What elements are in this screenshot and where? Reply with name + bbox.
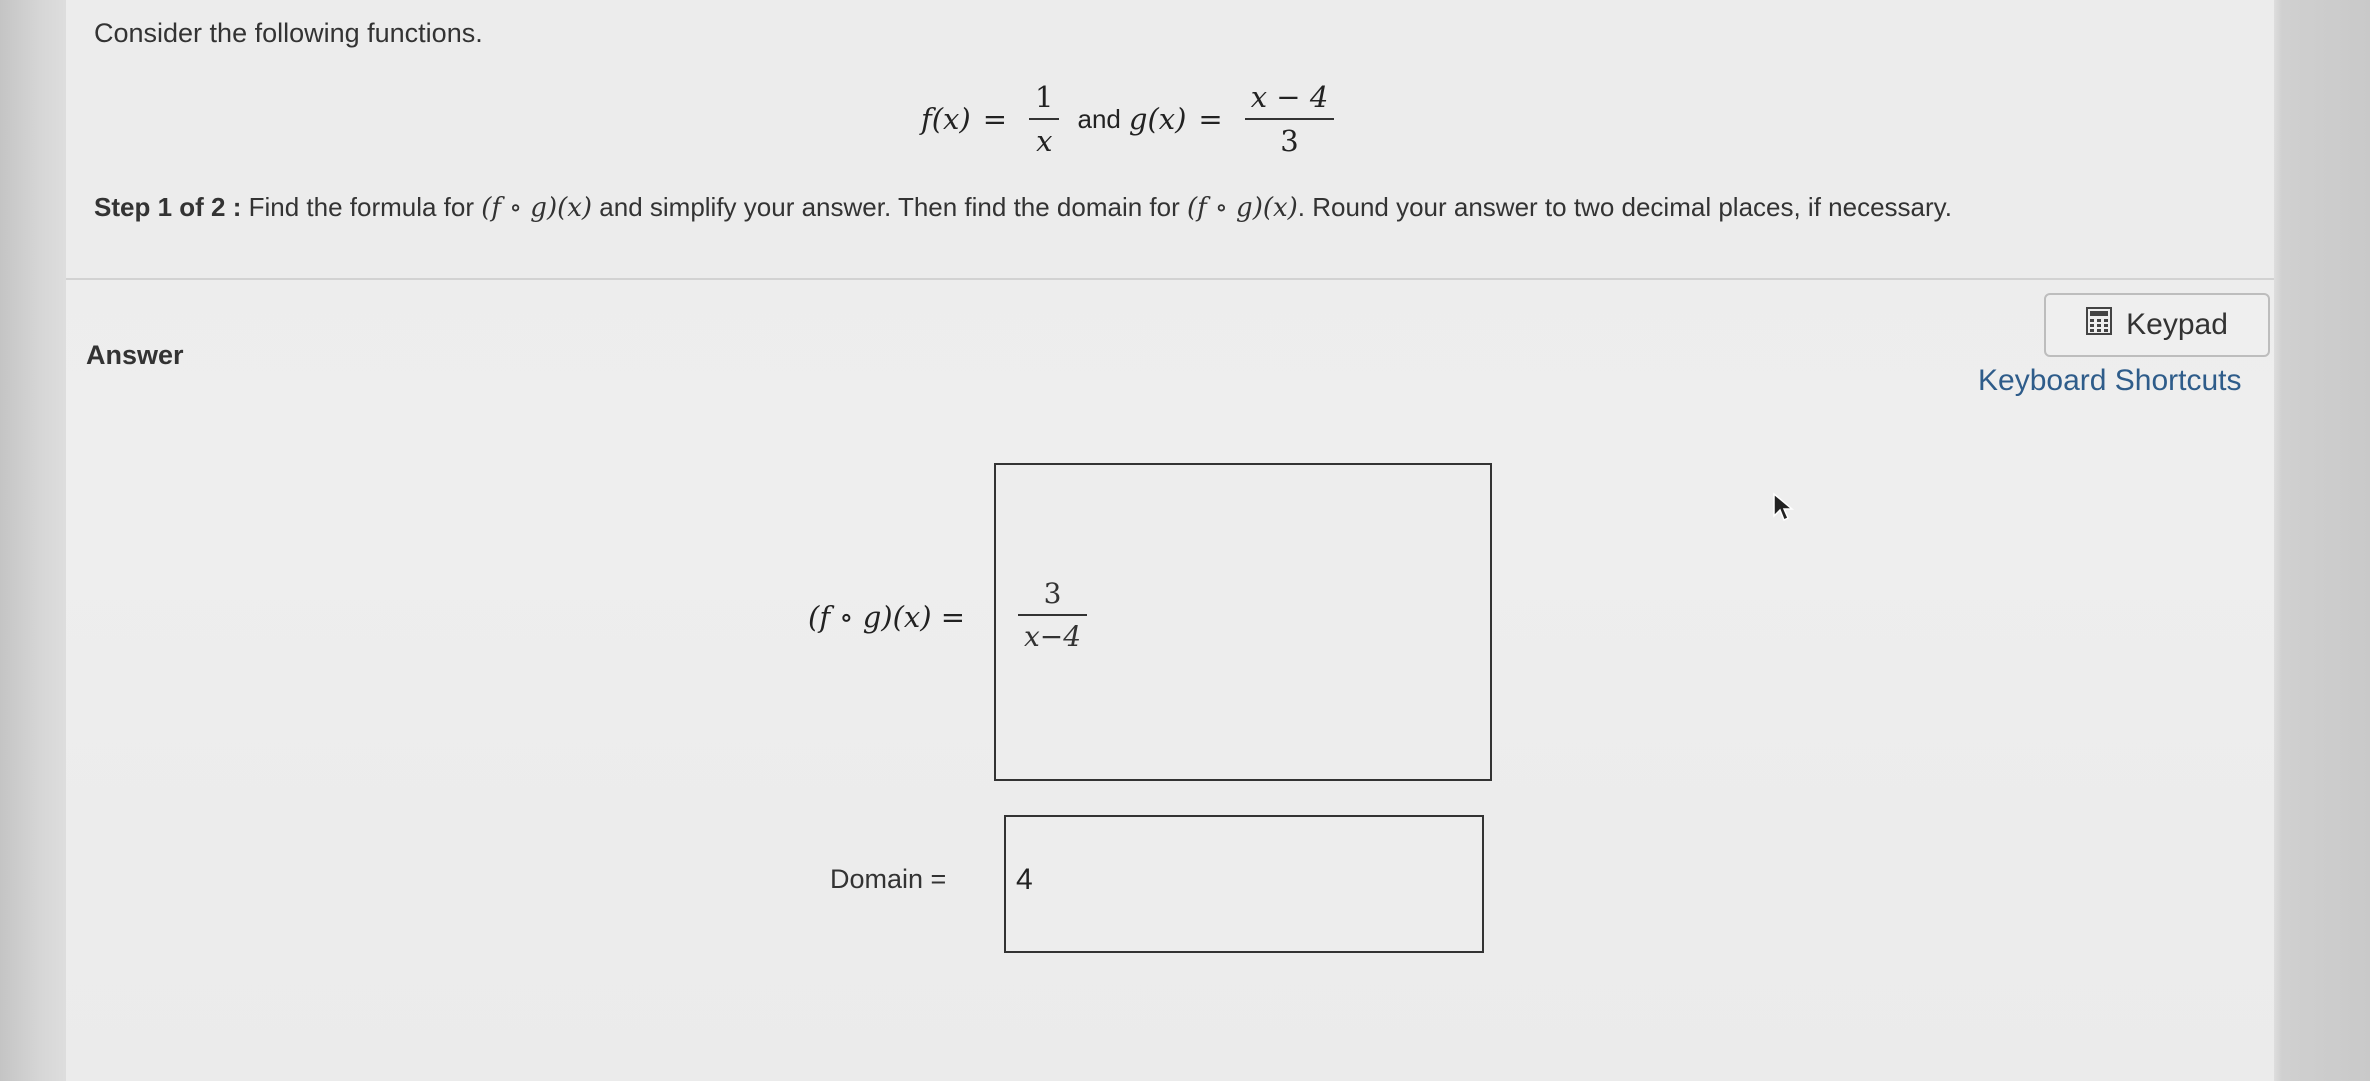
g-equals: =: [1198, 102, 1223, 136]
and-text: and: [1077, 103, 1121, 134]
section-divider: [66, 278, 2274, 280]
f-equals: =: [982, 102, 1008, 136]
domain-answer-input[interactable]: 4: [1004, 815, 1484, 953]
composition-answer-input[interactable]: 3 x−4: [994, 463, 1492, 781]
step-expr-2: (f ∘ g)(x): [1187, 193, 1298, 223]
step-expr-1: (f ∘ g)(x): [481, 193, 593, 223]
function-definitions: f(x) = 1 x and g(x) = x − 4 3: [921, 78, 1344, 160]
question-intro: Consider the following functions.: [94, 18, 483, 48]
composition-label: (f ∘ g)(x) =: [808, 600, 966, 634]
g-lhs: g(x): [1128, 102, 1187, 136]
keyboard-shortcuts-link[interactable]: Keyboard Shortcuts: [1978, 364, 2241, 398]
keypad-button[interactable]: Keypad: [2044, 293, 2270, 357]
domain-label: Domain =: [830, 864, 947, 894]
calculator-icon: [2086, 307, 2113, 343]
answer-label: Answer: [86, 340, 184, 370]
g-fraction: x − 4 3: [1244, 80, 1335, 158]
step-instructions: Step 1 of 2 : Find the formula for (f ∘ …: [94, 192, 1952, 223]
g-numerator: x − 4: [1250, 80, 1329, 114]
question-panel: Consider the following functions. f(x) =…: [66, 0, 2274, 1081]
composition-numerator: 3: [1043, 577, 1062, 610]
f-fraction: 1 x: [1029, 80, 1060, 158]
f-numerator: 1: [1035, 80, 1054, 114]
mouse-pointer-icon: [1772, 492, 1795, 527]
step-text-3: . Round your answer to two decimal place…: [1297, 192, 1952, 222]
composition-fraction: 3 x−4: [1018, 577, 1088, 653]
step-text-2: and simplify your answer. Then find the …: [599, 192, 1180, 222]
composition-denominator: x−4: [1024, 620, 1082, 653]
step-text-1: Find the formula for: [248, 192, 475, 222]
g-denominator: 3: [1280, 124, 1299, 158]
f-denominator: x: [1036, 124, 1053, 158]
domain-value: 4: [1016, 863, 1033, 896]
keypad-label: Keypad: [2126, 308, 2228, 341]
question-area: Consider the following functions. f(x) =…: [66, 0, 2274, 280]
f-lhs: f(x): [921, 102, 971, 136]
step-label: Step 1 of 2 :: [94, 192, 242, 222]
